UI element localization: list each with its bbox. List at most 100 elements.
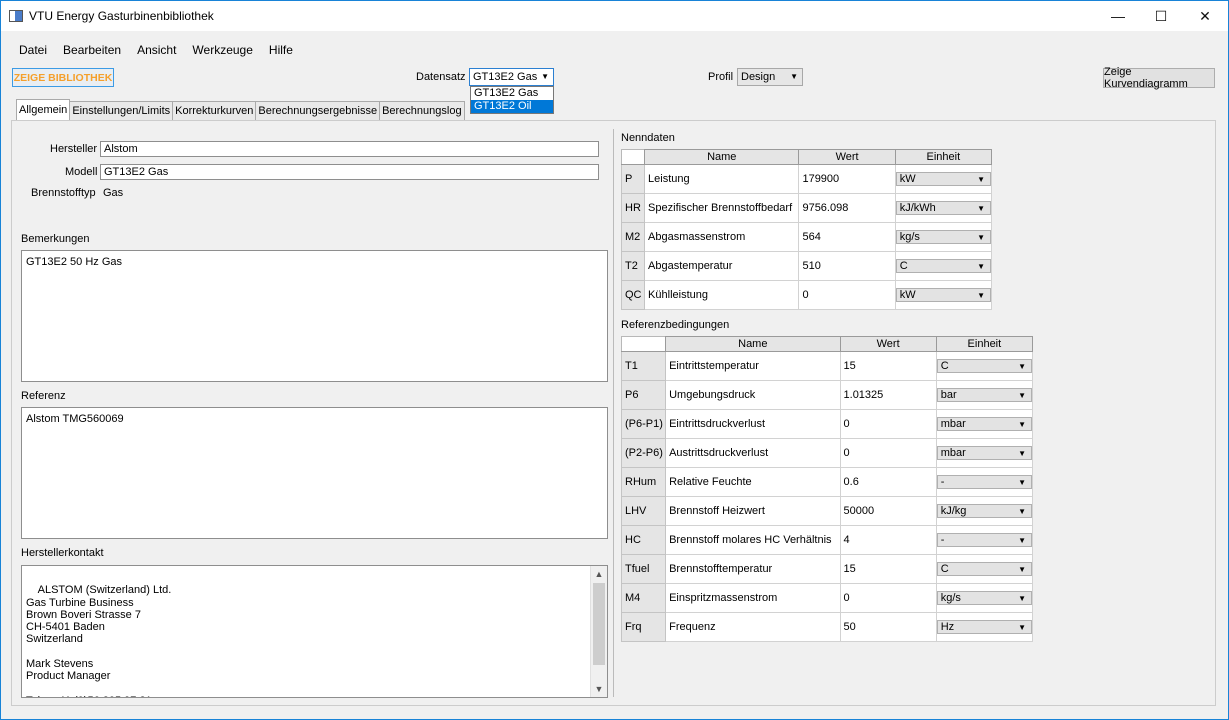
- cell-value[interactable]: 0.6: [839, 467, 937, 497]
- unit-select[interactable]: - ▼: [937, 533, 1032, 547]
- chevron-down-icon: ▼: [1018, 506, 1026, 516]
- cell-value[interactable]: 0: [798, 280, 896, 310]
- menu-hilfe[interactable]: Hilfe: [261, 43, 301, 57]
- cell-value[interactable]: 15: [839, 554, 937, 584]
- row-header[interactable]: QC: [620, 280, 646, 310]
- row-header[interactable]: T2: [620, 251, 646, 281]
- cell-value[interactable]: 9756.098: [798, 193, 896, 223]
- cell-unit[interactable]: bar ▼: [935, 380, 1034, 410]
- cell-value[interactable]: 510: [798, 251, 896, 281]
- unit-select[interactable]: - ▼: [937, 475, 1032, 489]
- table-row: T1 Eintrittstemperatur 15 C ▼: [620, 351, 1034, 381]
- reference-textarea[interactable]: Alstom TMG560069: [21, 407, 608, 539]
- menu-datei[interactable]: Datei: [11, 43, 55, 57]
- dataset-select[interactable]: GT13E2 Gas ▼: [469, 68, 554, 86]
- menu-ansicht[interactable]: Ansicht: [129, 43, 184, 57]
- app-window: VTU Energy Gasturbinenbibliothek — ☐ ✕ D…: [0, 0, 1229, 720]
- column-header[interactable]: Einheit: [894, 149, 993, 165]
- cell-unit[interactable]: mbar ▼: [935, 409, 1034, 439]
- manufacturer-field[interactable]: Alstom: [100, 141, 599, 157]
- tab-einstellungen[interactable]: Einstellungen/Limits: [69, 101, 174, 120]
- cell-unit[interactable]: - ▼: [935, 467, 1034, 497]
- minimize-icon[interactable]: —: [1095, 1, 1141, 31]
- cell-value[interactable]: 179900: [798, 164, 896, 194]
- column-header[interactable]: Einheit: [935, 336, 1034, 352]
- unit-select[interactable]: C ▼: [937, 562, 1032, 576]
- cell-unit[interactable]: - ▼: [935, 525, 1034, 555]
- cell-value[interactable]: 50: [839, 612, 937, 642]
- scroll-thumb[interactable]: [593, 583, 605, 665]
- cell-unit[interactable]: C ▼: [894, 251, 993, 281]
- show-library-button[interactable]: ZEIGE BIBLIOTHEK: [12, 68, 114, 87]
- contact-textarea[interactable]: ALSTOM (Switzerland) Ltd. Gas Turbine Bu…: [21, 565, 608, 698]
- cell-value[interactable]: 1.01325: [839, 380, 937, 410]
- cell-unit[interactable]: kJ/kWh ▼: [894, 193, 993, 223]
- profile-select[interactable]: Design ▼: [737, 68, 803, 86]
- cell-unit[interactable]: kg/s ▼: [894, 222, 993, 252]
- scroll-up-icon[interactable]: ▲: [591, 566, 607, 582]
- column-header[interactable]: Wert: [798, 149, 896, 165]
- tab-allgemein[interactable]: Allgemein: [16, 99, 71, 120]
- cell-value[interactable]: 4: [839, 525, 937, 555]
- maximize-icon[interactable]: ☐: [1138, 1, 1184, 31]
- cell-unit[interactable]: mbar ▼: [935, 438, 1034, 468]
- column-header[interactable]: Wert: [839, 336, 937, 352]
- model-field[interactable]: GT13E2 Gas: [100, 164, 599, 180]
- show-curve-diagram-button[interactable]: Zeige Kurvendiagramm: [1103, 66, 1215, 90]
- tab-bar: Allgemein Einstellungen/Limits Korrektur…: [16, 99, 465, 120]
- unit-select[interactable]: mbar ▼: [937, 446, 1032, 460]
- cell-unit[interactable]: C ▼: [935, 554, 1034, 584]
- remarks-textarea[interactable]: GT13E2 50 Hz Gas: [21, 250, 608, 382]
- menu-bearbeiten[interactable]: Bearbeiten: [55, 43, 129, 57]
- scroll-down-icon[interactable]: ▼: [591, 681, 607, 697]
- dataset-option[interactable]: GT13E2 Gas: [471, 87, 553, 100]
- cell-value[interactable]: 0: [839, 583, 937, 613]
- cell-value[interactable]: 0: [839, 409, 937, 439]
- cell-value[interactable]: 564: [798, 222, 896, 252]
- tab-berechnungslog[interactable]: Berechnungslog: [379, 101, 465, 120]
- row-header[interactable]: LHV: [620, 496, 667, 526]
- row-header[interactable]: Tfuel: [620, 554, 667, 584]
- menu-werkzeuge[interactable]: Werkzeuge: [184, 43, 260, 57]
- cell-value[interactable]: 50000: [839, 496, 937, 526]
- cell-unit[interactable]: kW ▼: [894, 164, 993, 194]
- unit-select[interactable]: C ▼: [937, 359, 1032, 373]
- unit-select[interactable]: bar ▼: [937, 388, 1032, 402]
- close-icon[interactable]: ✕: [1182, 1, 1228, 31]
- row-header[interactable]: (P6-P1): [620, 409, 667, 439]
- unit-select[interactable]: kJ/kg ▼: [937, 504, 1032, 518]
- row-header[interactable]: Frq: [620, 612, 667, 642]
- unit-select[interactable]: kg/s ▼: [937, 591, 1032, 605]
- unit-select[interactable]: C ▼: [896, 259, 991, 273]
- row-header[interactable]: HR: [620, 193, 646, 223]
- row-header[interactable]: M2: [620, 222, 646, 252]
- cell-unit[interactable]: Hz ▼: [935, 612, 1034, 642]
- chevron-down-icon: ▼: [1018, 564, 1026, 574]
- dataset-option-selected[interactable]: GT13E2 Oil: [471, 100, 553, 113]
- row-header[interactable]: M4: [620, 583, 667, 613]
- cell-value[interactable]: 15: [839, 351, 937, 381]
- tab-berechnungsergebnisse[interactable]: Berechnungsergebnisse: [255, 101, 381, 120]
- column-header[interactable]: Name: [644, 149, 800, 165]
- cell-unit[interactable]: kJ/kg ▼: [935, 496, 1034, 526]
- tab-korrekturkurven[interactable]: Korrekturkurven: [172, 101, 257, 120]
- row-header[interactable]: RHum: [620, 467, 667, 497]
- unit-select[interactable]: Hz ▼: [937, 620, 1032, 634]
- cell-unit[interactable]: C ▼: [935, 351, 1034, 381]
- cell-name: Relative Feuchte: [665, 467, 841, 497]
- row-header[interactable]: P: [620, 164, 646, 194]
- contact-scrollbar[interactable]: ▲ ▼: [590, 566, 607, 697]
- row-header[interactable]: HC: [620, 525, 667, 555]
- cell-unit[interactable]: kg/s ▼: [935, 583, 1034, 613]
- unit-select[interactable]: mbar ▼: [937, 417, 1032, 431]
- row-header[interactable]: (P2-P6): [620, 438, 667, 468]
- unit-select[interactable]: kJ/kWh ▼: [896, 201, 991, 215]
- row-header[interactable]: T1: [620, 351, 667, 381]
- column-header[interactable]: Name: [665, 336, 841, 352]
- cell-value[interactable]: 0: [839, 438, 937, 468]
- unit-select[interactable]: kW ▼: [896, 172, 991, 186]
- cell-unit[interactable]: kW ▼: [894, 280, 993, 310]
- unit-select[interactable]: kW ▼: [896, 288, 991, 302]
- row-header[interactable]: P6: [620, 380, 667, 410]
- unit-select[interactable]: kg/s ▼: [896, 230, 991, 244]
